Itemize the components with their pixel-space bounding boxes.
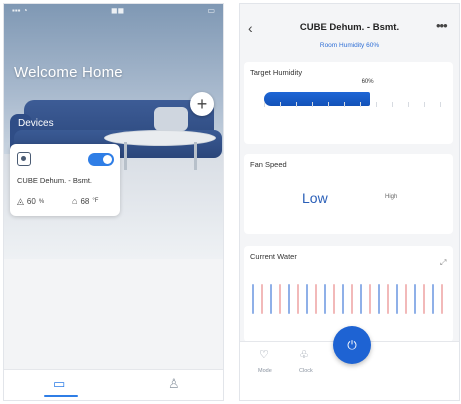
status-bar: ▪▪▪ ◔ ◼◼ ▭ (12, 6, 215, 15)
temperature-value: 68 (80, 196, 90, 206)
slider-tick (440, 102, 441, 107)
fan-speed-mode[interactable]: Low (302, 190, 328, 206)
slider-tick (264, 102, 265, 107)
water-bar (378, 284, 380, 314)
bottom-tab-bar: ▭ ♙ (4, 369, 223, 400)
slider-tick (408, 102, 409, 107)
water-bar (432, 284, 434, 314)
clock-label: Clock (299, 368, 313, 374)
home-temp-icon: ⌂ (72, 196, 78, 206)
add-device-button[interactable]: + (190, 92, 214, 116)
water-bar (360, 284, 362, 314)
device-title: CUBE Dehum. - Bsmt. (299, 22, 400, 33)
humidity-value: 60 (26, 197, 36, 206)
home-screen: ▪▪▪ ◔ ◼◼ ▭ Welcome Home + Devices CUBE Deh… (3, 3, 224, 401)
water-bar (369, 284, 371, 314)
water-bar (405, 284, 407, 314)
water-bar (324, 284, 326, 314)
more-icon[interactable]: ••• (436, 18, 448, 33)
temperature-stat: ⌂ 68 °F (72, 196, 98, 206)
power-toggle[interactable] (88, 153, 114, 166)
device-detail-screen: ‹ CUBE Dehum. - Bsmt. ••• Room Humidity … (239, 3, 460, 401)
slider-tick (376, 102, 377, 107)
expand-icon[interactable]: ⤢ (440, 258, 446, 268)
slider-tick (280, 102, 281, 107)
water-bar (387, 284, 389, 314)
slider-tick (344, 102, 345, 107)
fan-speed-label: Fan Speed (250, 160, 287, 169)
mode-icon[interactable]: ♡ (259, 348, 269, 361)
slider-value-label: 60% (361, 79, 374, 85)
humidity-unit: % (38, 198, 45, 205)
power-icon: ⏻ (347, 337, 357, 352)
water-bar (279, 284, 281, 314)
water-bar (315, 284, 317, 314)
device-card[interactable]: CUBE Dehum. - Bsmt. ◬ 60% ⌂ 68 °F (10, 144, 120, 216)
welcome-title: Welcome Home (14, 64, 123, 81)
humidity-slider[interactable] (264, 92, 441, 107)
temperature-unit: °F (92, 198, 99, 204)
water-bar (414, 284, 416, 314)
fan-speed-option[interactable]: High (385, 194, 397, 200)
devices-label: Devices (18, 118, 54, 129)
water-bar (396, 284, 398, 314)
mode-label: Mode (258, 368, 272, 374)
water-bar (423, 284, 425, 314)
slider-tick (424, 102, 425, 107)
water-bar (306, 284, 308, 314)
slider-tick (392, 102, 393, 107)
device-name: CUBE Dehum. - Bsmt. (17, 176, 93, 185)
water-bar (297, 284, 299, 314)
power-button[interactable]: ⏻ (333, 326, 371, 364)
slider-tick (328, 102, 329, 107)
water-bar (333, 284, 335, 314)
humidity-stat: ◬ 60% (17, 196, 44, 207)
slider-tick (312, 102, 313, 107)
hero-image (4, 4, 223, 259)
water-bar (270, 284, 272, 314)
table-image (104, 130, 216, 146)
slider-tick (360, 102, 361, 107)
room-humidity-text: Room Humidity 60% (319, 42, 380, 49)
water-bar (252, 284, 254, 314)
target-humidity-label: Target Humidity (250, 68, 303, 77)
dehumidifier-icon (17, 152, 31, 166)
water-bar (441, 284, 443, 314)
active-tab-indicator (44, 395, 78, 397)
slider-tick (296, 102, 297, 107)
target-humidity-panel: Target Humidity 60% (244, 62, 453, 144)
home-tab-icon[interactable]: ▭ (53, 376, 65, 392)
droplet-icon: ◬ (17, 196, 24, 206)
clock-icon[interactable]: ♧ (299, 348, 309, 361)
water-bar (342, 284, 344, 314)
fan-speed-panel: Fan Speed Low High (244, 154, 453, 234)
profile-tab-icon[interactable]: ♙ (168, 376, 180, 392)
current-water-label: Current Water (250, 252, 297, 261)
water-bar (351, 284, 353, 314)
water-level-chart (252, 284, 443, 318)
plus-icon: + (196, 94, 208, 114)
water-bar (288, 284, 290, 314)
water-bar (261, 284, 263, 314)
